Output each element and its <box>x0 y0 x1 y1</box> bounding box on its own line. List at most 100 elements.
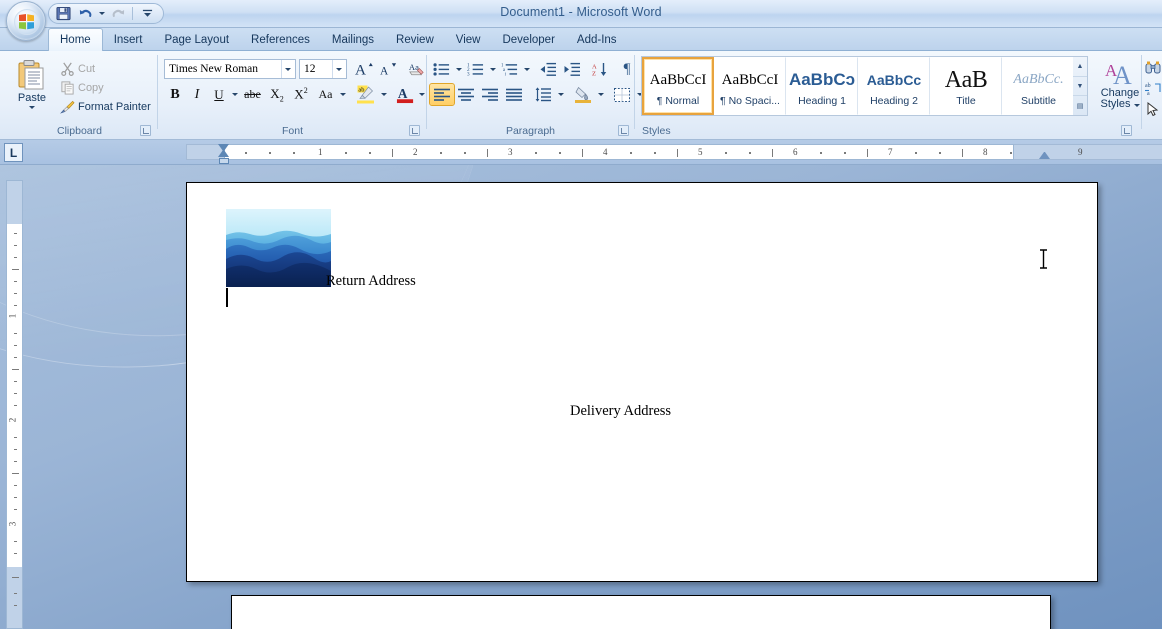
chevron-down-icon <box>489 68 496 71</box>
vertical-ruler[interactable]: 1 2 3 <box>6 180 23 629</box>
decrease-indent-button[interactable] <box>536 59 560 80</box>
highlight-color-button[interactable]: ab <box>353 84 379 105</box>
superscript-button[interactable]: X2 <box>289 84 313 105</box>
bullets-dropdown[interactable] <box>453 59 464 80</box>
tab-home[interactable]: Home <box>48 28 103 51</box>
align-justify-button[interactable] <box>502 84 526 105</box>
style-item-no-spacing[interactable]: AaBbCcI ¶ No Spaci... <box>714 57 786 115</box>
tab-mailings[interactable]: Mailings <box>321 30 385 51</box>
line-spacing-dropdown[interactable] <box>555 84 566 105</box>
right-indent-marker[interactable] <box>1039 152 1050 159</box>
tab-page-layout[interactable]: Page Layout <box>153 30 240 51</box>
svg-text:i: i <box>505 73 507 77</box>
tab-view[interactable]: View <box>445 30 492 51</box>
increase-indent-button[interactable] <box>560 59 584 80</box>
replace-button[interactable]: ab a <box>1143 78 1162 98</box>
text-caret <box>226 288 228 307</box>
ruler-number: 5 <box>698 147 703 157</box>
style-name: ¶ Normal <box>656 95 700 107</box>
clear-formatting-button[interactable]: Aa <box>404 58 428 80</box>
font-size-combo[interactable]: 12 <box>299 59 347 79</box>
tab-insert[interactable]: Insert <box>103 30 154 51</box>
font-name-value: Times New Roman <box>169 63 259 75</box>
sort-button[interactable]: A Z <box>588 59 612 80</box>
change-styles-icon: A A <box>1105 61 1132 87</box>
align-right-icon <box>482 88 498 101</box>
change-case-button[interactable]: Aa <box>313 84 338 105</box>
align-right-button[interactable] <box>478 84 502 105</box>
bold-button[interactable]: B <box>164 84 186 105</box>
underline-dropdown[interactable] <box>230 84 240 105</box>
scissors-icon <box>61 62 74 76</box>
style-item-heading-2[interactable]: AaBbCc Heading 2 <box>858 57 930 115</box>
style-item-title[interactable]: AaB Title <box>930 57 1002 115</box>
italic-button[interactable]: I <box>186 84 208 105</box>
tab-developer[interactable]: Developer <box>491 30 565 51</box>
numbering-button[interactable]: 123 <box>464 59 487 80</box>
styles-scroll-down-button[interactable]: ▼ <box>1073 77 1087 97</box>
shrink-font-button[interactable]: A <box>376 58 400 80</box>
separator-3 <box>634 55 635 129</box>
paste-button[interactable]: Paste <box>10 57 54 111</box>
shading-dropdown[interactable] <box>595 84 606 105</box>
save-button[interactable] <box>53 5 73 22</box>
styles-gallery: AaBbCcI ¶ Normal AaBbCcI ¶ No Spaci... A… <box>641 56 1075 116</box>
align-center-button[interactable] <box>454 84 478 105</box>
multilevel-list-button[interactable]: 1ai <box>498 59 521 80</box>
strikethrough-button[interactable]: abe <box>240 84 265 105</box>
bullets-button[interactable] <box>430 59 453 80</box>
undo-button[interactable] <box>75 5 95 22</box>
save-icon <box>55 6 71 21</box>
chevron-down-icon <box>381 93 387 96</box>
clipboard-dialog-launcher[interactable] <box>140 125 151 136</box>
group-styles: AaBbCcI ¶ Normal AaBbCcI ¶ No Spaci... A… <box>636 53 1140 138</box>
line-spacing-button[interactable] <box>531 84 555 105</box>
tab-references[interactable]: References <box>240 30 321 51</box>
style-name: Heading 1 <box>798 95 846 107</box>
tab-review[interactable]: Review <box>385 30 445 51</box>
font-color-button[interactable]: A <box>393 84 417 105</box>
styles-scroll-up-button[interactable]: ▲ <box>1073 57 1087 77</box>
office-button[interactable] <box>6 1 46 41</box>
font-dialog-launcher[interactable] <box>409 125 420 136</box>
borders-button[interactable] <box>610 84 634 105</box>
customize-qat-button[interactable] <box>137 5 157 22</box>
style-item-normal[interactable]: AaBbCcI ¶ Normal <box>642 57 714 115</box>
highlight-color-dropdown[interactable] <box>379 84 389 105</box>
chevron-down-icon <box>523 68 530 71</box>
paragraph-row-1: 123 1ai A Z ¶ <box>430 59 639 80</box>
numbering-dropdown[interactable] <box>487 59 498 80</box>
return-address-text[interactable]: Return Address <box>326 273 416 290</box>
underline-button[interactable]: U <box>208 84 230 105</box>
styles-dialog-launcher[interactable] <box>1121 125 1132 136</box>
style-item-heading-1[interactable]: AaBbCɔ Heading 1 <box>786 57 858 115</box>
shading-button[interactable] <box>571 84 595 105</box>
redo-button[interactable] <box>108 5 128 22</box>
find-button[interactable] <box>1143 57 1162 77</box>
cut-button[interactable]: Cut <box>57 59 155 78</box>
grow-font-button[interactable]: A <box>352 58 376 80</box>
document-page-2[interactable] <box>231 595 1051 629</box>
align-left-button[interactable] <box>429 83 455 106</box>
horizontal-ruler[interactable]: L 1 2 3 4 5 6 7 8 9 <box>0 140 1162 165</box>
change-case-dropdown[interactable] <box>338 84 348 105</box>
paragraph-dialog-launcher[interactable] <box>618 125 629 136</box>
multilevel-list-dropdown[interactable] <box>521 59 532 80</box>
select-button[interactable] <box>1143 99 1162 119</box>
tab-add-ins[interactable]: Add-Ins <box>566 30 628 51</box>
return-address-image[interactable] <box>226 209 331 287</box>
hanging-indent-marker[interactable] <box>218 150 229 157</box>
copy-button[interactable]: Copy <box>57 78 155 97</box>
left-indent-marker[interactable] <box>219 158 229 164</box>
format-painter-button[interactable]: Format Painter <box>57 97 155 116</box>
undo-dropdown[interactable] <box>97 5 106 22</box>
font-name-combo[interactable]: Times New Roman <box>164 59 296 79</box>
svg-text:a: a <box>1147 91 1150 96</box>
change-styles-button[interactable]: A A Change Styles <box>1094 57 1146 112</box>
document-page-1[interactable]: Return Address Delivery Address <box>186 182 1098 582</box>
tab-stop-selector[interactable]: L <box>4 143 23 162</box>
style-item-subtitle[interactable]: AaBbCc. Subtitle <box>1002 57 1074 115</box>
subscript-button[interactable]: X2 <box>265 84 289 105</box>
styles-more-button[interactable]: ▤ <box>1073 96 1087 115</box>
delivery-address-text[interactable]: Delivery Address <box>570 403 671 420</box>
